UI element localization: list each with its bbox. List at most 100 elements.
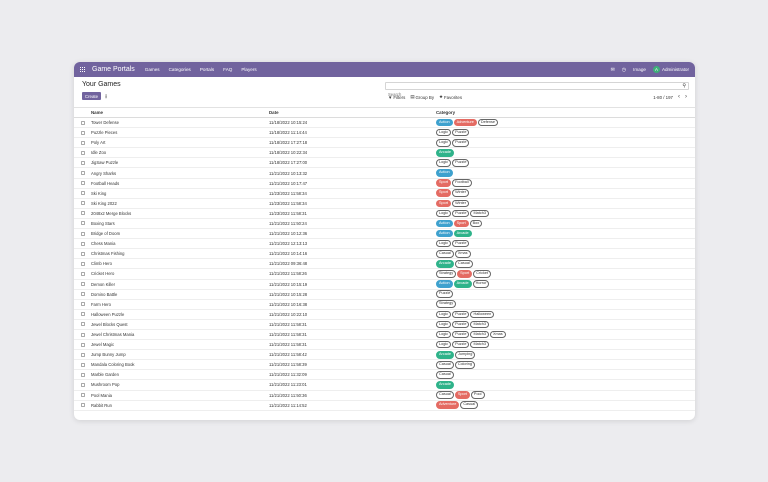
column-header-name[interactable]: Name: [91, 108, 269, 118]
table-row[interactable]: Pool Mania 11/21/2022 11:50:36 Casual Sport…: [74, 390, 695, 401]
row-checkbox[interactable]: [81, 130, 85, 135]
table-row[interactable]: Jewel Magic 11/21/2022 11:58:31 Logic Puzzl…: [74, 339, 695, 351]
table-row[interactable]: Mushroom Pop 11/21/2022 11:23:01 Arcade: [74, 379, 695, 391]
row-checkbox-cell: [74, 319, 91, 330]
row-checkbox[interactable]: [81, 322, 85, 327]
row-checkbox[interactable]: [81, 150, 85, 155]
table-row[interactable]: Tower Defense 11/18/2022 10:15:24 Action Ad…: [74, 117, 695, 129]
row-checkbox[interactable]: [81, 171, 85, 176]
row-name: Football Heads: [91, 178, 269, 189]
pager-value[interactable]: 1-80 / 197: [653, 95, 673, 100]
download-icon[interactable]: ⭳: [105, 92, 107, 102]
row-checkbox[interactable]: [81, 160, 85, 165]
row-date: 11/21/2022 11:58:26: [269, 268, 436, 280]
favorites-button[interactable]: ★ Favorites: [439, 94, 462, 100]
app-brand[interactable]: Game Portals: [92, 66, 135, 73]
row-checkbox[interactable]: [81, 393, 85, 398]
nav-faq[interactable]: FAQ: [223, 67, 232, 72]
table-row[interactable]: Domino Battle 11/21/2022 10:15:28 Puzzle: [74, 289, 695, 300]
row-checkbox[interactable]: [81, 372, 85, 377]
row-checkbox[interactable]: [81, 251, 85, 256]
table-row[interactable]: Football Heads 11/21/2022 10:17:47 Sport Fo…: [74, 178, 695, 189]
row-checkbox[interactable]: [81, 342, 85, 347]
nav-players[interactable]: Players: [241, 67, 256, 72]
category-tag: Puzzle: [452, 159, 470, 167]
navbar-right: ✉ ◷ Image A Administrator: [611, 66, 689, 73]
row-checkbox[interactable]: [81, 403, 85, 408]
row-checkbox[interactable]: [81, 140, 85, 145]
nav-games[interactable]: Games: [145, 67, 160, 72]
table-row[interactable]: Angry Sharks 11/21/2022 10:13:32 Action: [74, 167, 695, 179]
filters-button[interactable]: ▼ Filters: [388, 94, 405, 100]
row-checkbox[interactable]: [81, 120, 85, 125]
row-categories: Logic Puzzle: [436, 137, 695, 149]
row-categories: Logic Puzzle Match3: [436, 339, 695, 351]
column-header-category[interactable]: Category: [436, 108, 695, 118]
row-checkbox[interactable]: [81, 362, 85, 367]
table-row[interactable]: Chess Mania 11/21/2022 12:13:13 Logic Puzzl…: [74, 238, 695, 250]
row-checkbox[interactable]: [81, 231, 85, 236]
table-row[interactable]: JigSaw Puzzle 11/18/2022 17:27:00 Logic Puz…: [74, 157, 695, 169]
row-checkbox[interactable]: [81, 282, 85, 287]
table-row[interactable]: Christmas Fishing 11/21/2022 10:14:16 Casu…: [74, 248, 695, 260]
row-checkbox[interactable]: [81, 292, 85, 297]
table-row[interactable]: Jump Bunny Jump 11/21/2022 11:58:42 Arcade…: [74, 349, 695, 361]
nav-portals[interactable]: Portals: [200, 67, 214, 72]
row-checkbox[interactable]: [81, 312, 85, 317]
row-checkbox[interactable]: [81, 201, 85, 206]
table-row[interactable]: Jewel Christmas Mania 11/21/2022 11:58:31…: [74, 329, 695, 341]
table-row[interactable]: Farm Hero 11/21/2022 10:16:38 Strategy: [74, 299, 695, 310]
clock-icon[interactable]: ◷: [622, 67, 626, 73]
row-checkbox-cell: [74, 137, 91, 149]
row-checkbox[interactable]: [81, 271, 85, 276]
category-tag: Puzzle: [452, 138, 470, 147]
create-button[interactable]: Create: [82, 92, 101, 100]
table-row[interactable]: Bridge of Doom 11/21/2022 10:12:36 Action A…: [74, 228, 695, 240]
table-row[interactable]: Mandala Coloring Book 11/21/2022 11:58:39…: [74, 359, 695, 371]
search-icon[interactable]: ⚲: [682, 83, 686, 89]
row-checkbox[interactable]: [81, 221, 85, 226]
row-checkbox[interactable]: [81, 211, 85, 216]
row-checkbox[interactable]: [81, 261, 85, 266]
row-checkbox[interactable]: [81, 241, 85, 246]
row-checkbox[interactable]: [81, 191, 85, 196]
table-row[interactable]: Idle Zoo 11/18/2022 10:22:34 Arcade: [74, 147, 695, 159]
category-tag: Sport: [453, 219, 469, 228]
column-header-date[interactable]: Date: [269, 108, 436, 118]
group-by-button[interactable]: ▤ Group By: [410, 94, 434, 100]
user-menu[interactable]: A Administrator: [652, 66, 689, 73]
row-checkbox-cell: [74, 218, 91, 230]
table-row[interactable]: Ski King 11/23/2022 11:58:34 Sport Winter: [74, 188, 695, 199]
table-row[interactable]: Climb Hero 11/21/2022 09:36:48 Arcade Casua…: [74, 258, 695, 270]
table-row[interactable]: Ski King 2022 11/23/2022 11:58:34 Sport Win…: [74, 198, 695, 209]
table-row[interactable]: Boxing Stars 11/21/2022 11:50:24 Action Spo…: [74, 218, 695, 230]
group-by-icon: ▤: [410, 94, 415, 99]
table-row[interactable]: Marble Garden 11/21/2022 11:32:09 Casual: [74, 369, 695, 381]
nav-images[interactable]: Image: [633, 67, 646, 72]
category-tag: Action: [436, 169, 453, 177]
pager-previous-icon[interactable]: ‹: [678, 94, 680, 100]
table-row[interactable]: Puzzle Pieces 11/18/2022 11:14:44 Logic Puz…: [74, 127, 695, 139]
row-date: 11/21/2022 11:50:24: [269, 218, 436, 230]
row-checkbox[interactable]: [81, 352, 85, 357]
row-checkbox-cell: [74, 279, 91, 290]
row-checkbox[interactable]: [81, 181, 85, 186]
row-checkbox-cell: [74, 147, 91, 159]
category-tag: Strategy: [436, 300, 457, 309]
row-date: 11/21/2022 10:17:47: [269, 178, 436, 189]
nav-categories[interactable]: Categories: [169, 67, 191, 72]
row-checkbox[interactable]: [81, 302, 85, 307]
table-row[interactable]: Demon Killer 11/21/2022 10:15:19 Action Arc…: [74, 279, 695, 290]
table-row[interactable]: 2048x2 Merge Blocks 11/23/2022 11:58:31 Lo…: [74, 208, 695, 219]
chat-icon[interactable]: ✉: [611, 67, 615, 73]
pager-next-icon[interactable]: ›: [685, 94, 687, 100]
table-row[interactable]: Poly Art 11/18/2022 17:27:18 Logic Puzzle: [74, 137, 695, 149]
table-row[interactable]: Jewel Blocks Quest 11/21/2022 11:58:31 Log…: [74, 319, 695, 330]
table-row[interactable]: Cricket Hero 11/21/2022 11:58:26 Strategy S…: [74, 268, 695, 280]
row-checkbox[interactable]: [81, 382, 85, 387]
table-row[interactable]: Rabbit Run 11/21/2022 11:14:52 Adventure Ca…: [74, 400, 695, 411]
row-date: 11/21/2022 11:58:42: [269, 349, 436, 361]
table-row[interactable]: Halloween Puzzle 11/21/2022 10:22:10 Logic…: [74, 309, 695, 320]
row-checkbox[interactable]: [81, 332, 85, 337]
apps-grid-icon[interactable]: [80, 66, 86, 73]
